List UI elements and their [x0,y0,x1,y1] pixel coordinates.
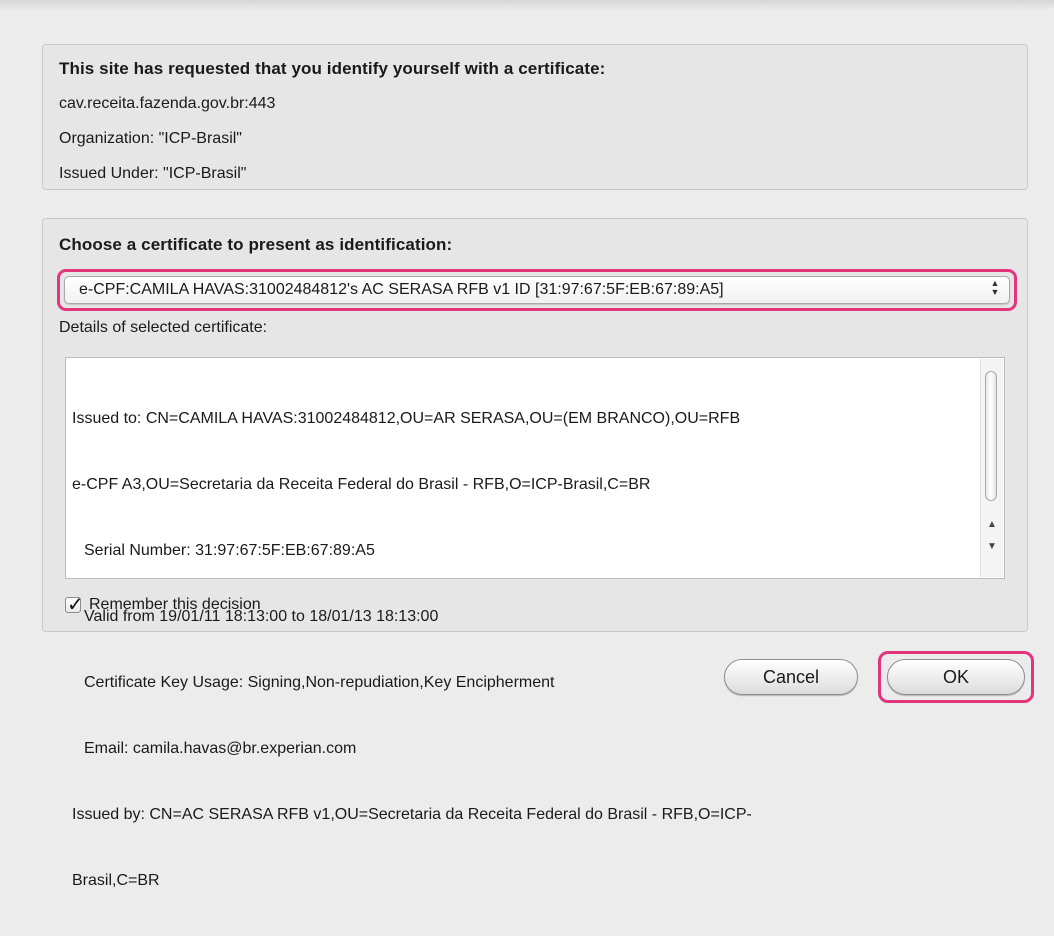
remember-decision-checkbox[interactable]: ✓ [65,592,84,616]
remember-decision-label[interactable]: Remember this decision [89,596,261,614]
details-line: Email: camila.havas@br.experian.com [84,740,357,757]
window-top-edge [0,0,1054,10]
ok-button-highlight: OK [878,651,1034,703]
certificate-select-value: e-CPF:CAMILA HAVAS:31002484812's AC SERA… [79,281,724,298]
site-request-title: This site has requested that you identif… [59,59,606,78]
details-line: Brasil,C=BR [72,872,160,889]
details-line: Serial Number: 31:97:67:5F:EB:67:89:A5 [84,542,375,559]
select-arrows-icon: ▲ ▼ [990,278,1000,297]
details-line: Issued by: CN=AC SERASA RFB v1,OU=Secret… [72,806,752,823]
certificate-select[interactable]: e-CPF:CAMILA HAVAS:31002484812's AC SERA… [64,276,1010,304]
certificate-details-box[interactable]: Issued to: CN=CAMILA HAVAS:31002484812,O… [65,357,1005,889]
certificate-details-text: Issued to: CN=CAMILA HAVAS:31002484812,O… [72,364,970,936]
details-scrollbar[interactable]: ▲ ▼ [980,359,1003,577]
scroll-up-arrow-icon[interactable]: ▲ [981,515,1003,535]
site-organization: Organization: "ICP-Brasil" [59,130,242,147]
site-issued-under: Issued Under: "ICP-Brasil" [59,165,247,182]
certificate-select-highlight: e-CPF:CAMILA HAVAS:31002484812's AC SERA… [57,269,1017,311]
checkmark-icon: ✓ [67,592,84,616]
certificate-group: Choose a certificate to present as ident… [42,218,1028,889]
scroll-down-arrow-icon[interactable]: ▼ [981,537,1003,557]
details-line: Issued to: CN=CAMILA HAVAS:31002484812,O… [72,410,741,427]
ok-button[interactable]: OK [887,659,1025,695]
details-line: e-CPF A3,OU=Secretaria da Receita Federa… [72,476,651,493]
cancel-button[interactable]: Cancel [724,659,858,695]
site-host: cav.receita.fazenda.gov.br:443 [59,95,276,112]
choose-certificate-title: Choose a certificate to present as ident… [59,235,453,254]
details-label: Details of selected certificate: [59,319,268,336]
site-info-group: This site has requested that you identif… [42,44,1028,190]
scroll-thumb[interactable] [985,371,997,501]
